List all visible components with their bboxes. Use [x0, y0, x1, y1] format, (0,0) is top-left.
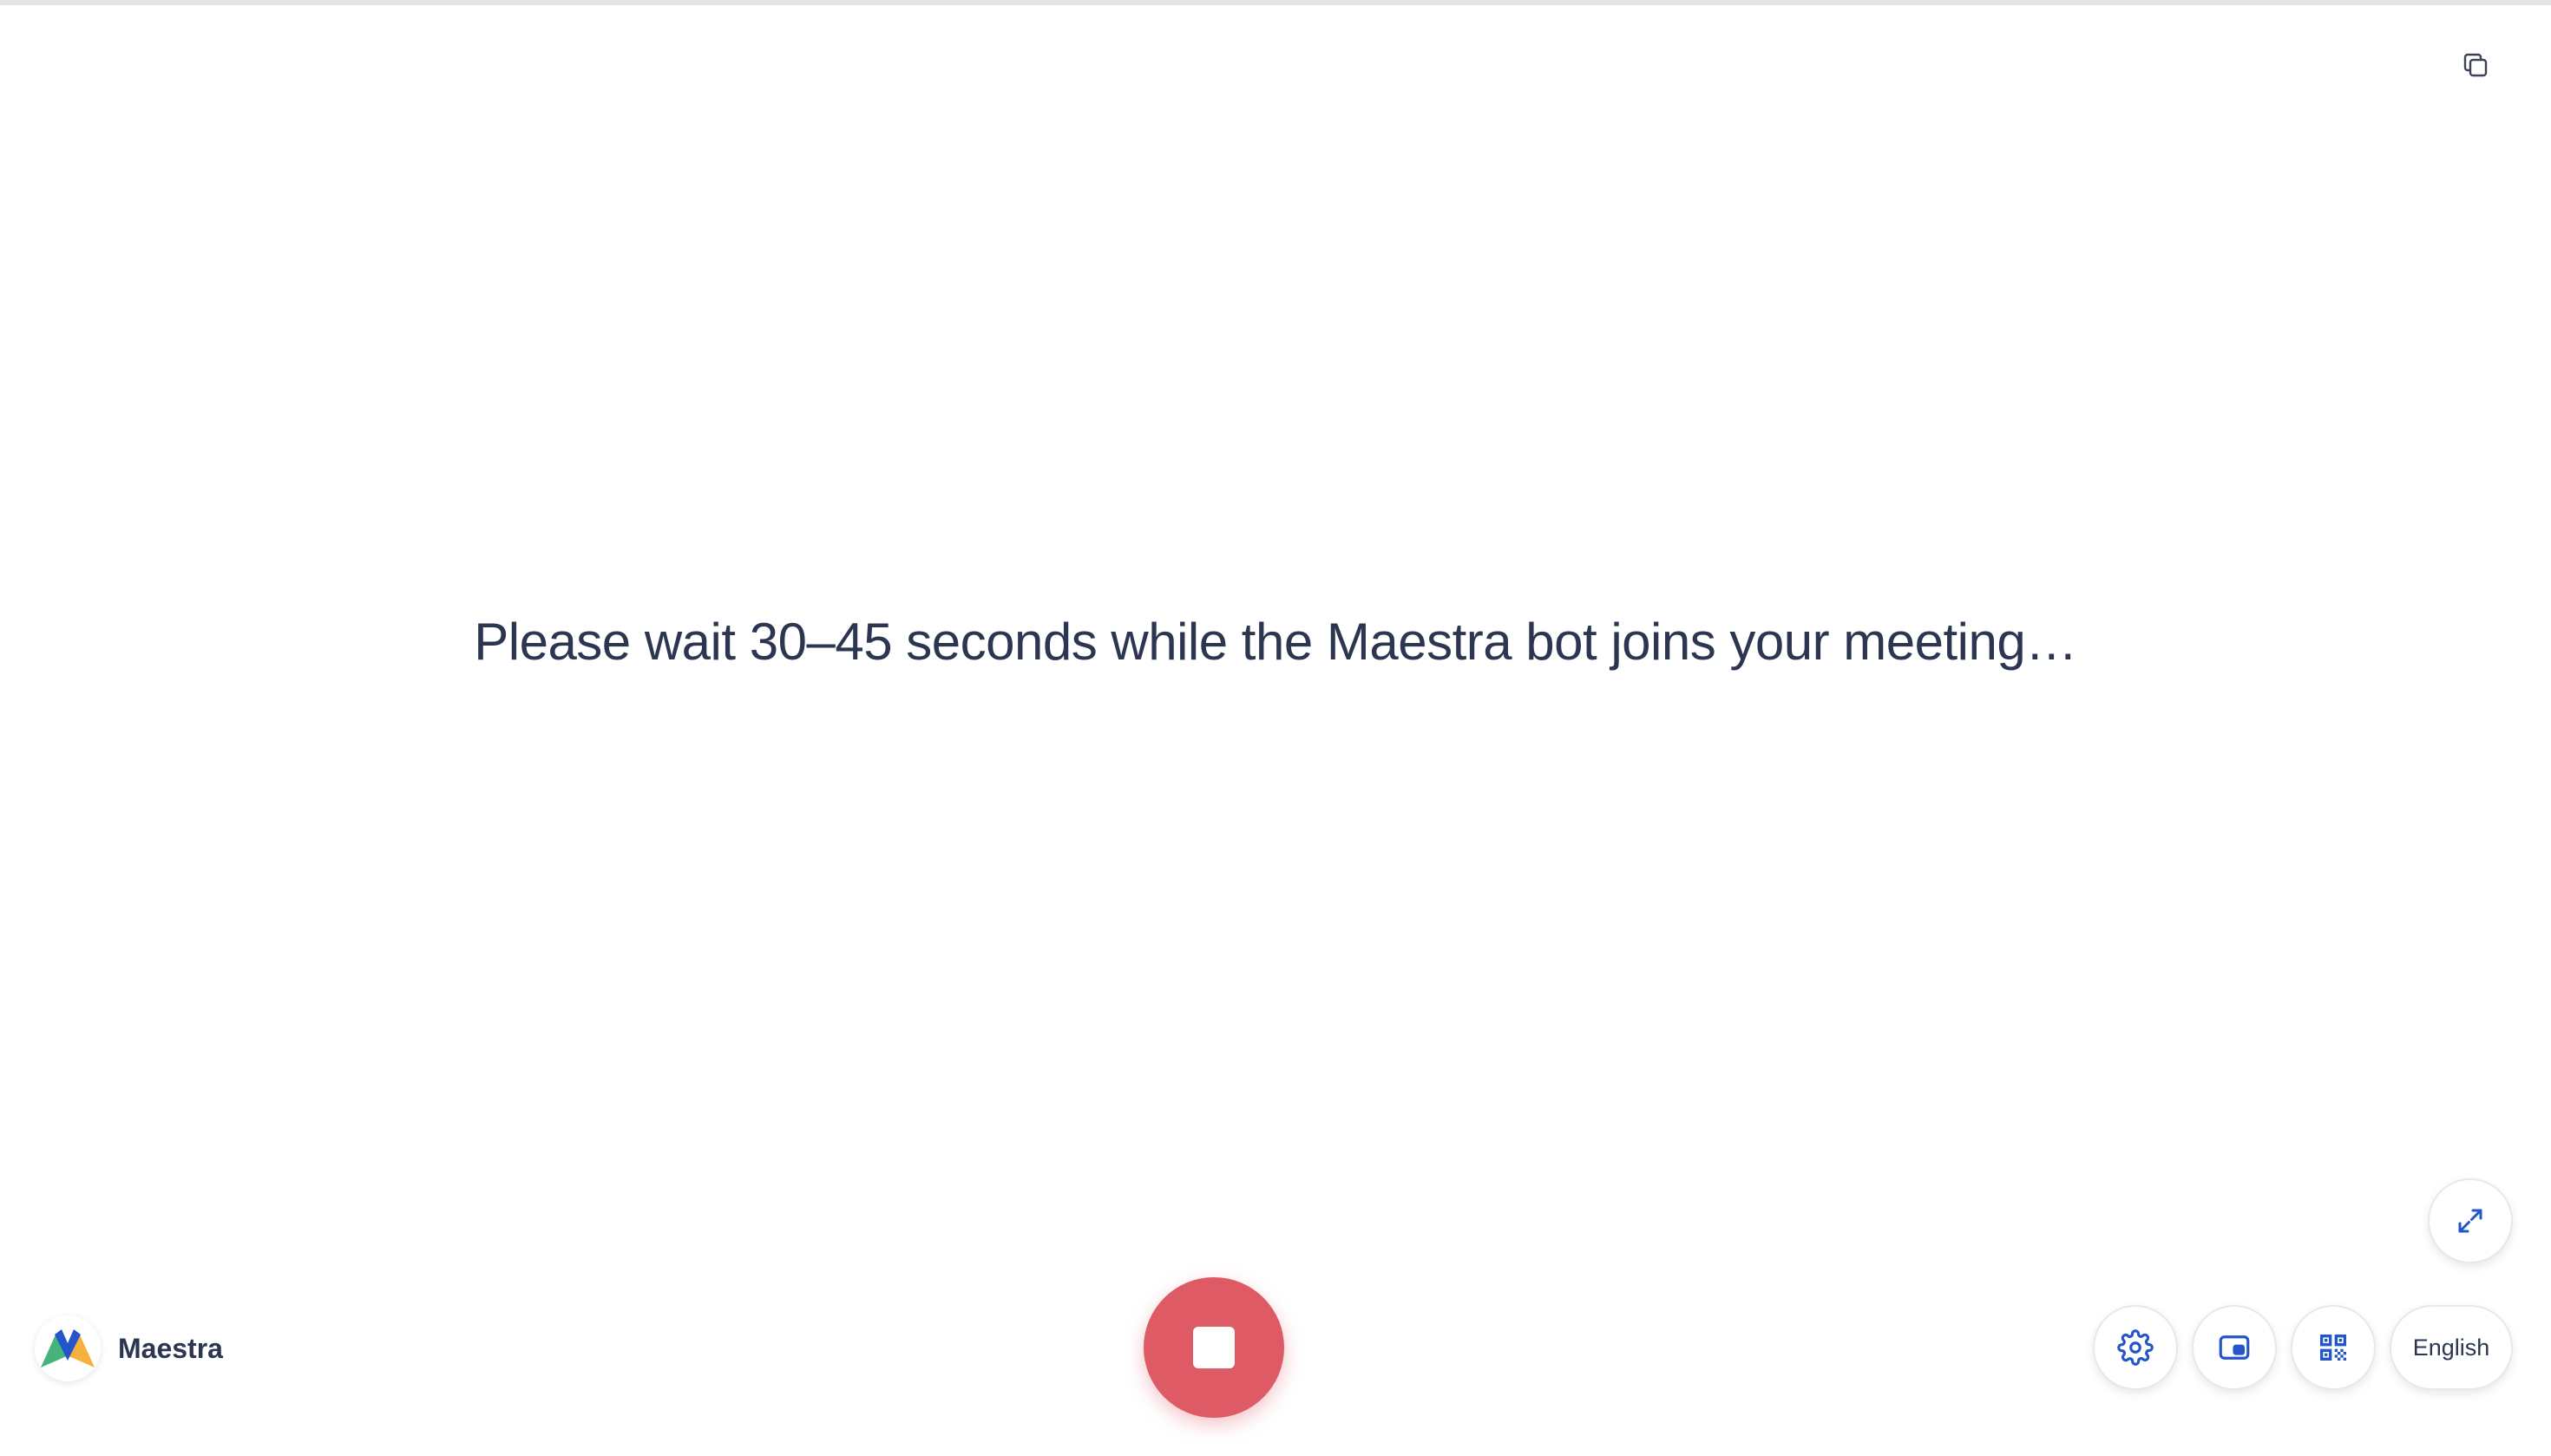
stop-button[interactable] — [1144, 1277, 1284, 1418]
top-divider — [0, 0, 2551, 5]
picture-in-picture-icon — [2219, 1335, 2250, 1360]
expand-button[interactable] — [2428, 1178, 2513, 1263]
language-selector[interactable]: English — [2390, 1305, 2513, 1390]
picture-in-picture-button[interactable] — [2192, 1305, 2277, 1390]
copy-button[interactable] — [2456, 45, 2495, 85]
brand: Maestra — [35, 1314, 223, 1383]
copy-icon — [2463, 53, 2488, 77]
maestra-logo-icon — [35, 1315, 101, 1381]
expand-icon — [2458, 1209, 2482, 1233]
meeting-bot-page: Please wait 30–45 seconds while the Maes… — [0, 0, 2551, 1456]
settings-button[interactable] — [2093, 1305, 2178, 1390]
qr-code-button[interactable] — [2291, 1305, 2376, 1390]
brand-name: Maestra — [118, 1332, 223, 1364]
qr-code-icon — [2320, 1335, 2346, 1361]
stop-icon — [1193, 1327, 1235, 1368]
gear-icon — [2117, 1329, 2154, 1366]
status-message: Please wait 30–45 seconds while the Maes… — [474, 613, 2077, 671]
